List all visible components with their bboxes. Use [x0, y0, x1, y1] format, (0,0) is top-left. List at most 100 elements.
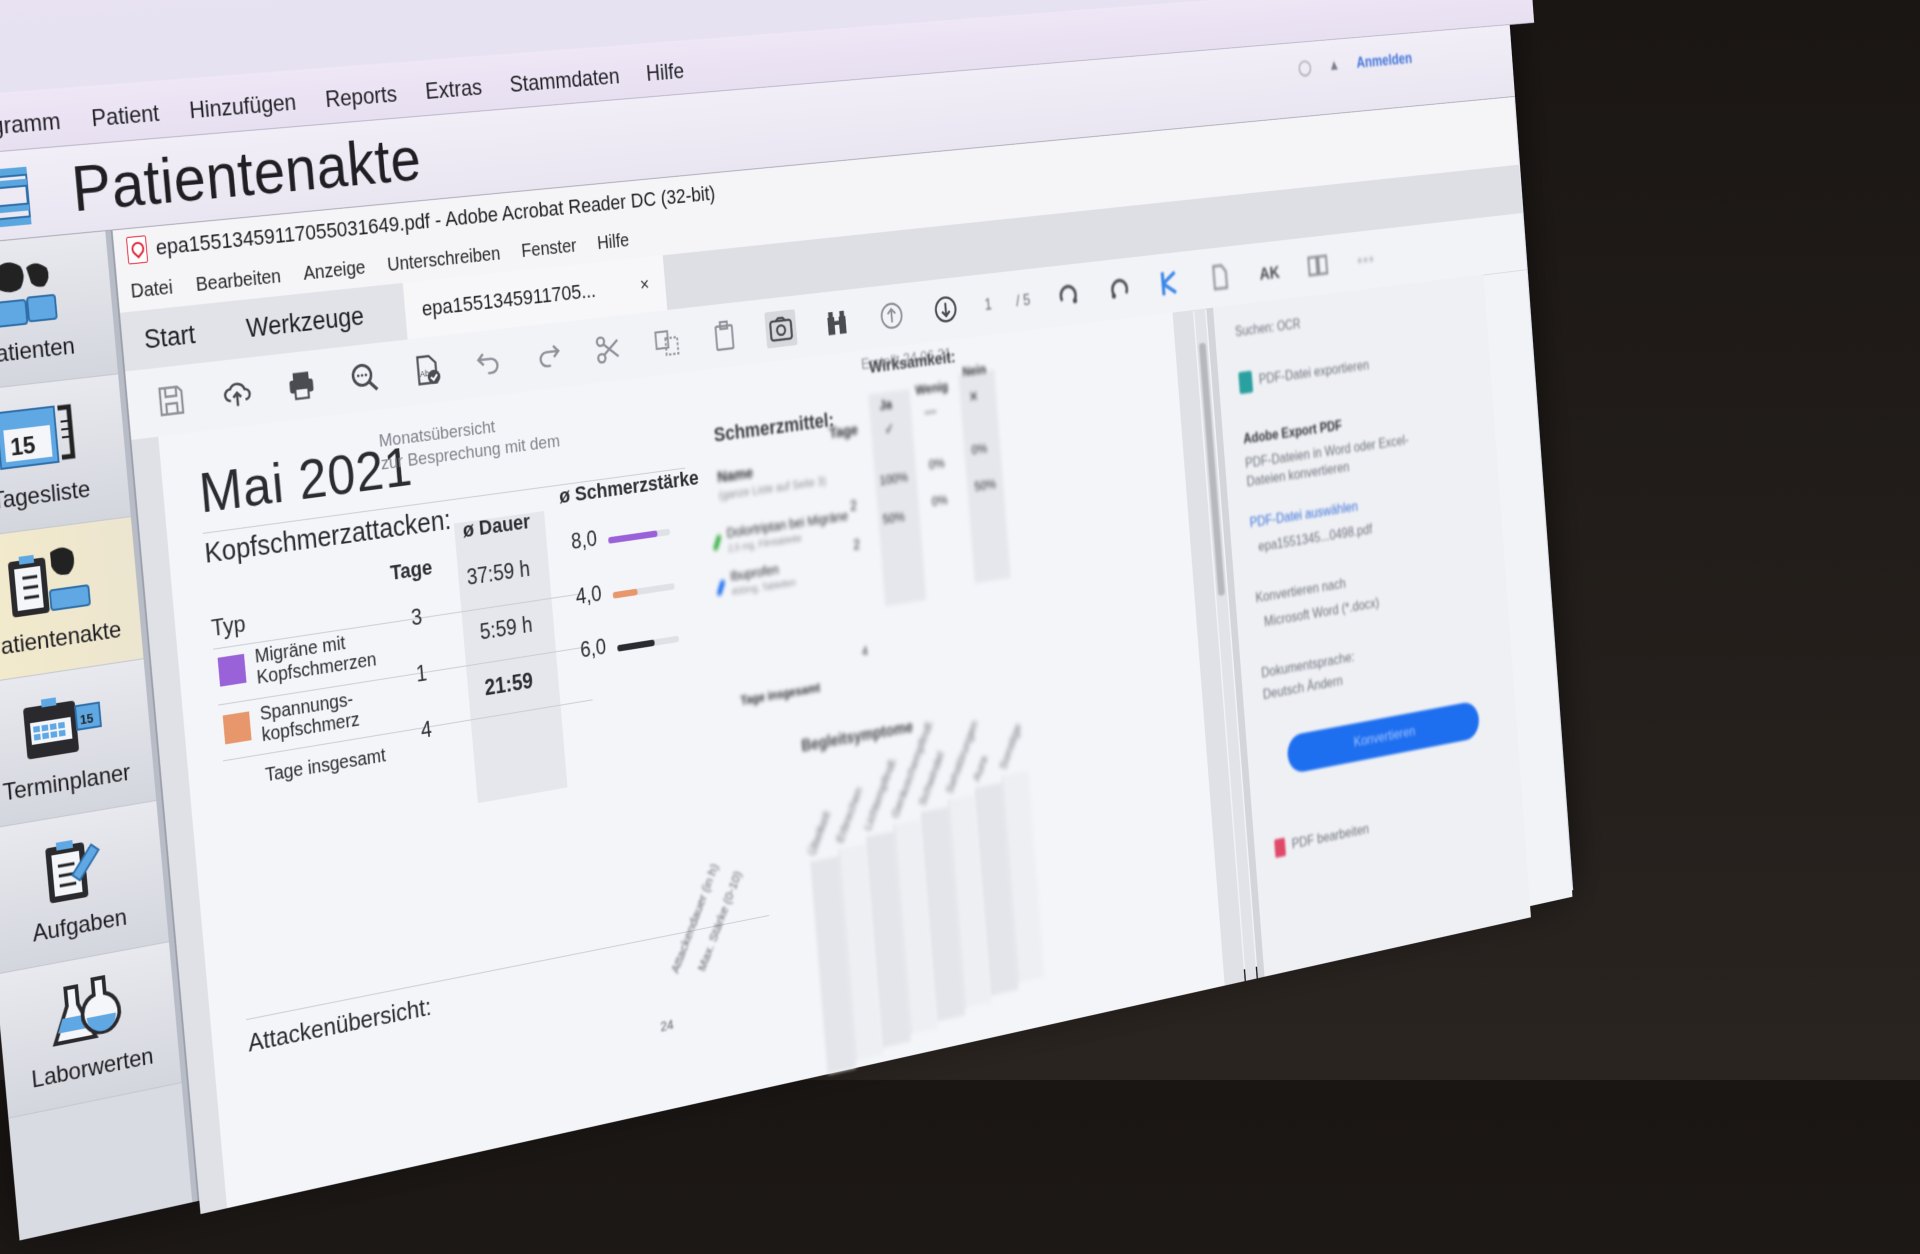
sidebar-label: Aufgaben — [31, 903, 128, 948]
medication-section-title: Schmerzmittel: — [712, 408, 835, 447]
patients-icon — [0, 254, 68, 332]
menu-extras[interactable]: Extras — [424, 75, 484, 115]
rotate-left-icon[interactable] — [1053, 276, 1084, 314]
page-number-input[interactable]: 1 — [984, 295, 993, 314]
med-col-days: Tage — [828, 421, 859, 442]
cross-icon: ✕ — [968, 389, 980, 406]
search-zoom-icon[interactable] — [346, 357, 383, 399]
med-no: 50% — [973, 476, 997, 495]
appointment-planner-icon: 15 — [16, 684, 107, 766]
total-intensity: 6,0 — [579, 634, 607, 663]
redo-icon[interactable] — [531, 336, 567, 377]
menu-patient[interactable]: Patient — [90, 100, 161, 143]
snapshot-icon[interactable] — [764, 309, 798, 349]
color-swatch-tension — [222, 711, 252, 745]
sidebar-label: Terminplaner — [1, 758, 132, 807]
color-swatch-migraine — [217, 653, 247, 687]
paste-icon[interactable] — [707, 316, 741, 356]
acro-menu-fenster[interactable]: Fenster — [521, 235, 578, 262]
sidebar-label: Tagesliste — [0, 475, 92, 515]
top-right-controls: ◯ ▲ Anmelden — [1298, 50, 1413, 77]
acro-menu-unterschreiben[interactable]: Unterschreiben — [386, 243, 501, 276]
tab-start[interactable]: Start — [143, 319, 197, 355]
panel-edit-label[interactable]: PDF bearbeiten — [1291, 821, 1369, 853]
attacks-row-value: 24 — [659, 1016, 675, 1035]
intensity-bar — [617, 635, 680, 652]
svg-text:AK: AK — [1259, 262, 1281, 284]
symptom-label: Lichtempfindl. — [861, 755, 899, 832]
app-logo-icon — [0, 166, 32, 232]
notification-bell-icon[interactable]: ▲ — [1328, 56, 1341, 74]
help-icon[interactable]: ◯ — [1298, 58, 1312, 77]
col-intensity: ø Schmerzstärke — [558, 465, 700, 508]
headache-type: Migräne mit Kopfschmerzen — [253, 632, 378, 689]
sidebar-label: Patienten — [0, 332, 76, 370]
monitor-screen: Programm Patient Hinzufügen Reports Extr… — [0, 0, 1574, 1241]
sidebar-item-laborwerten[interactable]: Laborwerten — [0, 942, 182, 1119]
total-days: 4 — [419, 716, 433, 743]
more-icon[interactable] — [1351, 242, 1379, 278]
text-size-icon[interactable]: AK — [1255, 253, 1284, 290]
print-icon[interactable] — [282, 364, 320, 406]
tasks-icon — [29, 826, 119, 909]
compare-icon[interactable] — [1304, 247, 1333, 283]
acro-menu-datei[interactable]: Datei — [130, 276, 174, 303]
rotate-right-icon[interactable] — [1104, 270, 1134, 307]
symptoms-title: Begleitsymptome — [800, 717, 914, 755]
pdf-file-icon — [125, 235, 149, 265]
edit-pdf-icon — [1274, 837, 1287, 858]
med-days: 2 — [849, 498, 858, 515]
sidebar-item-patienten[interactable]: Patienten — [0, 231, 119, 395]
acro-menu-hilfe[interactable]: Hilfe — [596, 230, 630, 254]
panel-search-input[interactable]: Suchen: OCR — [1235, 317, 1301, 340]
save-icon[interactable] — [152, 379, 191, 422]
find-binoculars-icon[interactable] — [820, 303, 853, 342]
pill-icon — [712, 534, 722, 552]
headache-days: 1 — [415, 660, 428, 687]
sidebar-item-tagesliste[interactable]: 15 Tagesliste — [0, 374, 131, 541]
intensity-bar — [612, 582, 675, 599]
lab-flasks-icon — [42, 968, 132, 1053]
upload-cloud-icon[interactable] — [218, 372, 257, 415]
col-days: Tage — [389, 555, 434, 585]
med-yes: 50% — [882, 509, 906, 528]
symptom-label: Sonstige — [996, 721, 1024, 772]
panel-export-label[interactable]: PDF-Datei exportieren — [1258, 357, 1369, 388]
headache-intensity: 4,0 — [574, 581, 603, 609]
undo-icon[interactable] — [471, 343, 507, 384]
acro-menu-bearbeiten[interactable]: Bearbeiten — [195, 265, 282, 296]
intensity-bar — [608, 528, 671, 544]
convert-button[interactable]: Konvertieren — [1286, 700, 1481, 775]
page-down-icon[interactable] — [930, 290, 962, 328]
sign-in-link[interactable]: Anmelden — [1356, 50, 1413, 72]
headache-intensity: 8,0 — [570, 526, 598, 554]
tab-werkzeuge[interactable]: Werkzeuge — [245, 301, 365, 344]
document-icon[interactable] — [1205, 259, 1234, 296]
acrobat-window: epa15513459117055031649.pdf - Adobe Acro… — [110, 96, 1573, 1215]
close-tab-icon[interactable]: × — [639, 274, 650, 296]
med-total-label: Tage insgesamt — [739, 679, 821, 708]
med-no: 0% — [970, 440, 988, 458]
document-tab-label: epa1551345911705... — [420, 278, 597, 321]
acro-menu-anzeige[interactable]: Anzeige — [302, 257, 366, 285]
sidebar-item-patientenakte[interactable]: Patientenakte — [0, 516, 144, 686]
ocr-check-icon[interactable]: Ab — [409, 350, 446, 392]
dash-icon: — — [924, 403, 937, 421]
menu-reports[interactable]: Reports — [324, 81, 399, 123]
document-viewport: Mai 2021 Monatsübersicht zur Besprechung… — [131, 310, 1245, 1215]
headache-type: Spannungs- kopfschmerz — [259, 689, 361, 747]
report-subtitle: Monatsübersicht zur Besprechung mit dem — [378, 417, 561, 475]
cut-icon[interactable] — [591, 329, 626, 369]
pdf-page: Mai 2021 Monatsübersicht zur Besprechung… — [158, 312, 1225, 1209]
med-little: 0% — [931, 492, 949, 510]
symptom-label: Erbrechen — [833, 785, 865, 845]
page-up-icon[interactable] — [875, 296, 907, 335]
check-icon: ✓ — [883, 421, 895, 438]
patient-record-icon — [3, 541, 94, 622]
symptom-label: Übelkeit — [805, 809, 833, 857]
sidebar-label: Patientenakte — [0, 615, 123, 663]
copy-icon[interactable] — [650, 322, 684, 362]
fit-page-icon[interactable] — [1155, 264, 1185, 301]
menu-hilfe[interactable]: Hilfe — [645, 59, 686, 97]
med-col-little: Wenig — [914, 379, 949, 399]
